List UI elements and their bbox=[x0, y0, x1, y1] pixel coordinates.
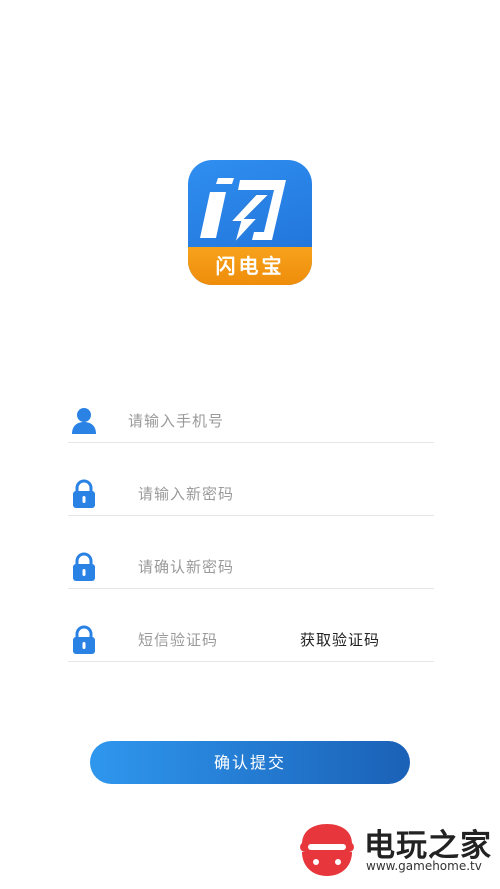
lock-icon bbox=[73, 552, 95, 581]
lock-icon bbox=[73, 479, 95, 508]
sms-code-placeholder: 短信验证码 bbox=[138, 631, 219, 649]
phone-field[interactable]: 请输入手机号 bbox=[68, 398, 434, 443]
watermark-url: www.gamehome.tv bbox=[366, 859, 482, 873]
watermark: 电玩之家 www.gamehome.tv bbox=[296, 818, 496, 884]
sms-code-field[interactable]: 短信验证码 获取验证码 bbox=[68, 617, 434, 662]
new-password-field[interactable]: 请输入新密码 bbox=[68, 471, 434, 516]
confirm-password-field[interactable]: 请确认新密码 bbox=[68, 544, 434, 589]
lightning-logo-mark bbox=[200, 178, 286, 245]
lock-icon bbox=[73, 625, 95, 654]
confirm-password-placeholder: 请确认新密码 bbox=[138, 558, 235, 576]
gamehome-logo-icon bbox=[300, 824, 354, 876]
logo-label: 闪电宝 bbox=[188, 247, 312, 285]
user-icon bbox=[72, 408, 96, 434]
submit-button[interactable]: 确认提交 bbox=[90, 741, 410, 784]
get-code-button[interactable]: 获取验证码 bbox=[300, 629, 380, 650]
phone-placeholder: 请输入手机号 bbox=[128, 412, 225, 430]
new-password-placeholder: 请输入新密码 bbox=[138, 485, 235, 503]
app-logo: 闪电宝 bbox=[188, 160, 312, 285]
